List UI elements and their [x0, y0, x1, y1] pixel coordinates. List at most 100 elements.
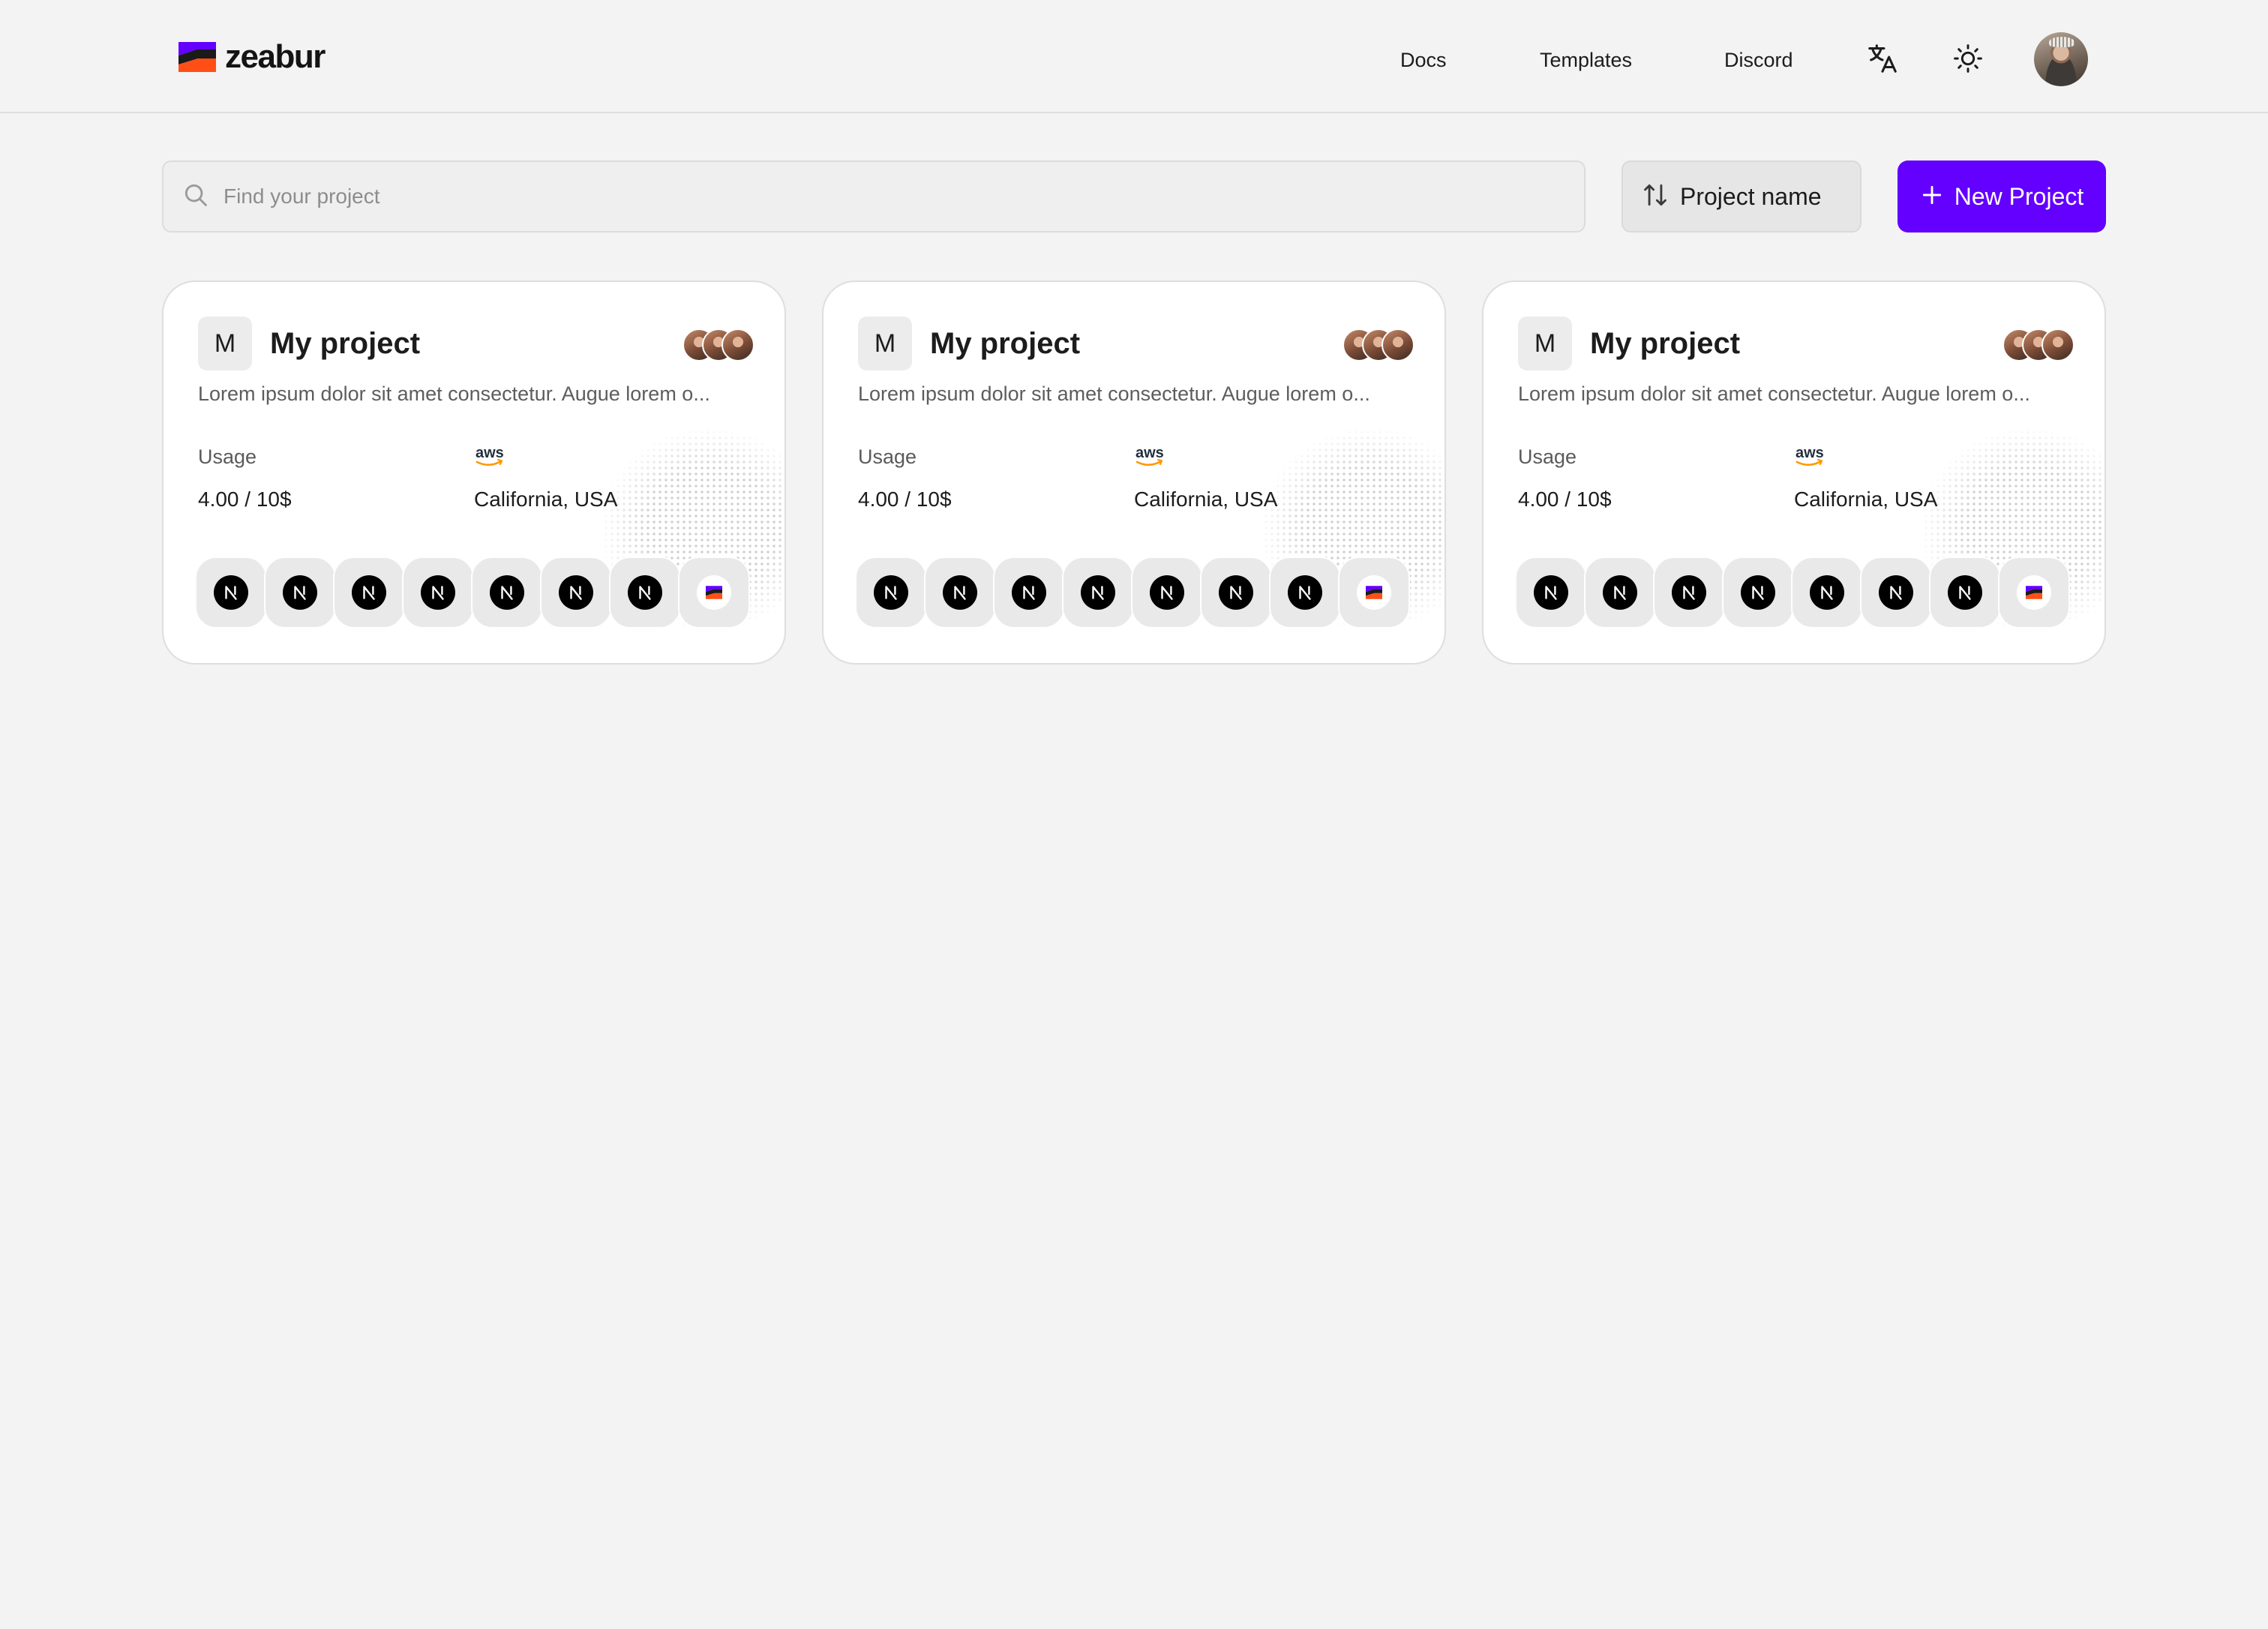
- nextjs-icon: [1219, 575, 1253, 610]
- service-tile[interactable]: [333, 556, 405, 628]
- usage-label: Usage: [1518, 446, 1577, 468]
- sun-icon: [1952, 42, 1984, 79]
- nextjs-icon: [628, 575, 662, 610]
- zeabur-logo-icon: [178, 42, 216, 72]
- service-tile[interactable]: [609, 556, 681, 628]
- nav-docs-link[interactable]: Docs: [1400, 48, 1447, 72]
- nextjs-icon: [421, 575, 455, 610]
- project-initial-badge: M: [1518, 316, 1572, 370]
- service-list: [1515, 556, 2085, 632]
- nextjs-icon: [1741, 575, 1775, 610]
- service-tile[interactable]: [1722, 556, 1794, 628]
- sort-arrows-icon: [1641, 181, 1670, 213]
- sort-button[interactable]: Project name: [1622, 160, 1862, 232]
- project-description: Lorem ipsum dolor sit amet consectetur. …: [1518, 382, 2030, 405]
- nextjs-icon: [214, 575, 248, 610]
- service-tile[interactable]: [1062, 556, 1134, 628]
- translate-icon: [1865, 41, 1900, 80]
- nextjs-icon: [874, 575, 908, 610]
- svg-text:aws: aws: [1796, 445, 1824, 461]
- search-icon: [182, 181, 210, 213]
- project-description: Lorem ipsum dolor sit amet consectetur. …: [858, 382, 1370, 405]
- member-avatar: [1382, 328, 1414, 362]
- top-header: zeabur Docs Templates Discord: [0, 0, 2268, 113]
- nextjs-icon: [1948, 575, 1982, 610]
- service-tile[interactable]: [402, 556, 474, 628]
- project-title: My project: [270, 327, 421, 360]
- service-tile[interactable]: [1791, 556, 1863, 628]
- service-tile[interactable]: [1584, 556, 1656, 628]
- aws-icon: aws: [1794, 444, 1827, 473]
- usage-value: 4.00 / 10$: [198, 488, 292, 511]
- service-list: [855, 556, 1425, 632]
- project-search-field[interactable]: [162, 160, 1586, 232]
- usage-label: Usage: [858, 446, 917, 468]
- service-tile[interactable]: [1200, 556, 1272, 628]
- region-label: California, USA: [1134, 488, 1278, 511]
- service-tile[interactable]: [1269, 556, 1341, 628]
- member-avatars: [2002, 328, 2078, 362]
- service-tile[interactable]: [1515, 556, 1587, 628]
- project-initial-badge: M: [198, 316, 252, 370]
- theme-toggle-button[interactable]: [1947, 39, 1989, 81]
- language-button[interactable]: [1862, 39, 1904, 81]
- zeabur-icon: [1357, 575, 1391, 610]
- zeabur-logo[interactable]: zeabur: [178, 38, 326, 75]
- nextjs-icon: [352, 575, 386, 610]
- zeabur-icon: [2017, 575, 2051, 610]
- nextjs-icon: [1879, 575, 1913, 610]
- nav-discord-link[interactable]: Discord: [1724, 48, 1793, 72]
- service-tile[interactable]: [855, 556, 927, 628]
- project-initial-badge: M: [858, 316, 912, 370]
- nextjs-icon: [1150, 575, 1184, 610]
- project-description: Lorem ipsum dolor sit amet consectetur. …: [198, 382, 710, 405]
- project-card[interactable]: M My project Lorem ipsum dolor sit amet co…: [822, 280, 1446, 664]
- nextjs-icon: [1081, 575, 1115, 610]
- service-tile[interactable]: [924, 556, 996, 628]
- project-title: My project: [930, 327, 1081, 360]
- service-tile[interactable]: [1338, 556, 1410, 628]
- nextjs-icon: [559, 575, 593, 610]
- user-avatar[interactable]: [2034, 32, 2088, 86]
- member-avatar: [722, 328, 754, 362]
- aws-icon: aws: [474, 444, 507, 473]
- region-label: California, USA: [1794, 488, 1938, 511]
- service-tile[interactable]: [1131, 556, 1203, 628]
- brand-name: zeabur: [225, 38, 326, 75]
- service-tile[interactable]: [1653, 556, 1725, 628]
- usage-label: Usage: [198, 446, 257, 468]
- aws-icon: aws: [1134, 444, 1167, 473]
- search-input[interactable]: [224, 184, 1498, 208]
- service-tile[interactable]: [1998, 556, 2070, 628]
- region-label: California, USA: [474, 488, 618, 511]
- new-project-button[interactable]: New Project: [1898, 160, 2106, 232]
- member-avatar: [2042, 328, 2074, 362]
- project-card[interactable]: M My project Lorem ipsum dolor sit amet co…: [162, 280, 786, 664]
- member-avatars: [682, 328, 758, 362]
- service-tile[interactable]: [264, 556, 336, 628]
- svg-text:aws: aws: [1136, 445, 1164, 461]
- usage-value: 4.00 / 10$: [858, 488, 952, 511]
- nextjs-icon: [943, 575, 977, 610]
- nextjs-icon: [283, 575, 317, 610]
- usage-value: 4.00 / 10$: [1518, 488, 1612, 511]
- plus-icon: [1920, 183, 1944, 211]
- nextjs-icon: [1810, 575, 1844, 610]
- nextjs-icon: [1288, 575, 1322, 610]
- project-title: My project: [1590, 327, 1741, 360]
- project-card[interactable]: M My project Lorem ipsum dolor sit amet co…: [1482, 280, 2106, 664]
- service-tile[interactable]: [471, 556, 543, 628]
- svg-text:aws: aws: [476, 445, 504, 461]
- service-tile[interactable]: [1929, 556, 2001, 628]
- zeabur-icon: [697, 575, 731, 610]
- nextjs-icon: [490, 575, 524, 610]
- service-tile[interactable]: [678, 556, 750, 628]
- sort-label: Project name: [1680, 182, 1822, 210]
- service-tile[interactable]: [195, 556, 267, 628]
- service-tile[interactable]: [993, 556, 1065, 628]
- nav-templates-link[interactable]: Templates: [1540, 48, 1632, 72]
- service-tile[interactable]: [1860, 556, 1932, 628]
- nextjs-icon: [1012, 575, 1046, 610]
- service-list: [195, 556, 765, 632]
- service-tile[interactable]: [540, 556, 612, 628]
